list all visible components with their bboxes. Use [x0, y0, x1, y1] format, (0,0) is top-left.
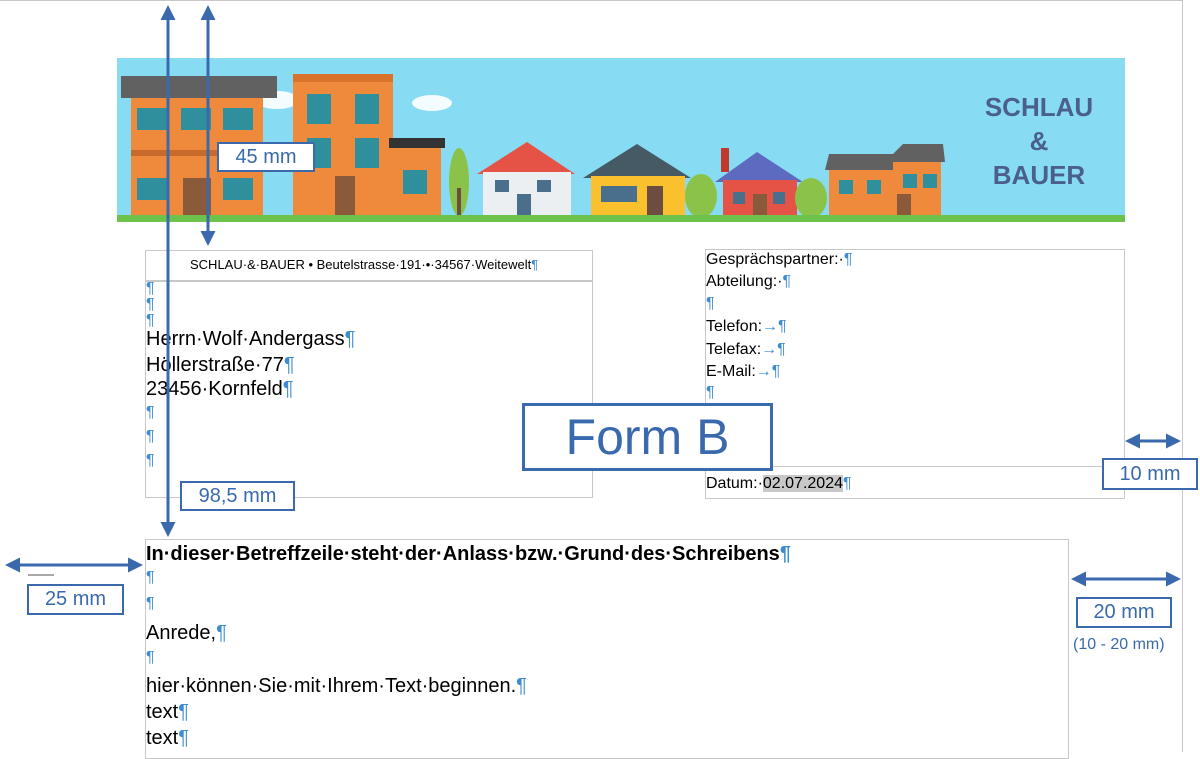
body-text-line[interactable]: hier·können·Sie·mit·Ihrem·Text·beginnen.…	[146, 673, 527, 699]
email-label[interactable]: E-Mail:→¶	[706, 362, 780, 382]
form-b-label: Form B	[522, 403, 773, 471]
brand-line-1: SCHLAU	[984, 92, 1094, 122]
date-field[interactable]: 02.07.2024	[762, 475, 843, 492]
address-offset-label: 98,5 mm	[180, 481, 295, 511]
phone-label[interactable]: Telefon:→¶	[706, 317, 787, 337]
body-right-range-note: (10 - 20 mm)	[1073, 636, 1165, 653]
top-margin-label: 45 mm	[217, 142, 315, 172]
department-label[interactable]: Abteilung:·¶	[706, 272, 791, 292]
empty-paragraph-mark: ¶	[146, 649, 155, 666]
body-text-frame	[145, 539, 1069, 759]
date-line[interactable]: Datum:·02.07.2024¶	[706, 474, 852, 494]
sender-line[interactable]: SCHLAU·&·BAUER • Beutelstrasse·191·•·345…	[190, 257, 538, 272]
grass-strip	[117, 215, 1125, 222]
brand-line-3: BAUER	[992, 160, 1086, 190]
empty-paragraph-mark: ¶	[146, 452, 155, 469]
empty-paragraph-mark: ¶	[146, 569, 155, 586]
brand-logo-text: SCHLAU & BAUER	[955, 90, 1123, 192]
empty-paragraph-mark: ¶	[146, 428, 155, 445]
subject-line[interactable]: In·dieser·Betreffzeile·steht·der·Anlass·…	[146, 541, 791, 567]
empty-paragraph-mark: ¶	[146, 404, 155, 421]
empty-paragraph-mark: ¶	[146, 595, 155, 612]
body-text-line[interactable]: text¶	[146, 725, 189, 751]
address-street[interactable]: Höllerstraße·77¶	[146, 352, 295, 378]
salutation-line[interactable]: Anrede,¶	[146, 620, 227, 646]
empty-paragraph-mark: ¶	[706, 384, 715, 401]
address-city[interactable]: 23456·Kornfeld¶	[146, 376, 294, 402]
empty-paragraph-mark: ¶	[706, 295, 715, 312]
body-text-line[interactable]: text¶	[146, 699, 189, 725]
fax-label[interactable]: Telefax:→¶	[706, 340, 786, 360]
brand-line-2: &	[1029, 126, 1049, 156]
body-right-margin-label: 20 mm	[1076, 597, 1172, 628]
left-margin-label: 25 mm	[27, 584, 124, 615]
info-right-margin-label: 10 mm	[1102, 458, 1198, 490]
address-name[interactable]: Herrn·Wolf·Andergass¶	[146, 326, 355, 352]
contact-person-label[interactable]: Gesprächspartner:·¶	[706, 250, 852, 270]
letterhead-banner: SCHLAU & BAUER	[117, 58, 1125, 222]
